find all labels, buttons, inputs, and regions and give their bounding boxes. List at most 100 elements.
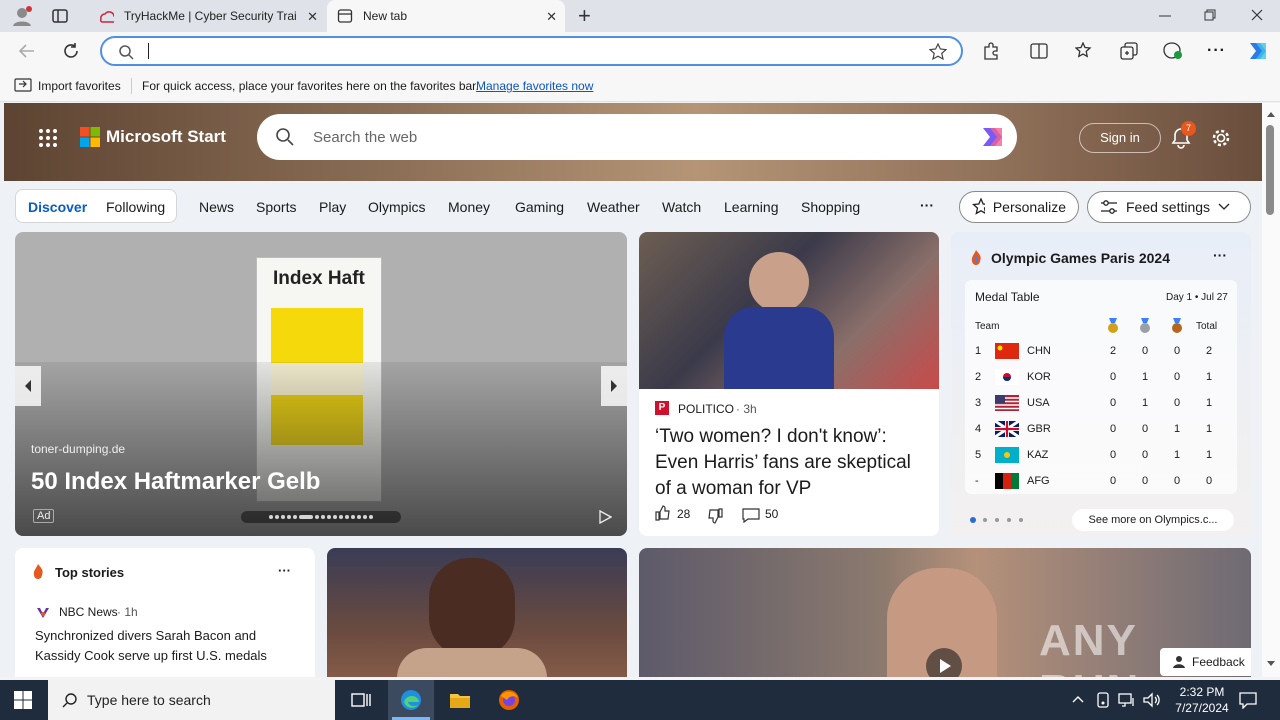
manage-favorites-link[interactable]: Manage favorites now xyxy=(476,79,593,93)
country-code: CHN xyxy=(1027,345,1051,357)
close-tab-icon[interactable]: ✕ xyxy=(546,9,557,25)
carousel-dots[interactable] xyxy=(241,511,401,523)
flag-afg-icon xyxy=(995,473,1019,489)
adchoices-icon[interactable] xyxy=(598,510,612,524)
tab-new-tab[interactable]: New tab ✕ xyxy=(327,0,565,32)
settings-more-icon[interactable]: ··· xyxy=(1207,42,1226,60)
sign-in-button[interactable]: Sign in xyxy=(1079,123,1161,153)
olympics-widget[interactable]: Olympic Games Paris 2024 ··· Medal Table… xyxy=(951,232,1251,536)
feed-settings-button[interactable]: Feed settings xyxy=(1087,191,1251,223)
scroll-down-arrow-icon[interactable] xyxy=(1267,661,1275,667)
file-explorer-icon[interactable] xyxy=(448,688,472,712)
feedback-button[interactable]: Feedback xyxy=(1160,648,1251,676)
tab-discover[interactable]: Discover xyxy=(28,199,87,215)
medal-row[interactable]: - AFG 0 0 0 0 xyxy=(965,468,1237,494)
extensions-icon[interactable] xyxy=(982,42,1000,60)
medal-row[interactable]: 5 KAZ 0 0 1 1 xyxy=(965,442,1237,468)
tryhackme-favicon-icon xyxy=(98,8,114,24)
nav-weather[interactable]: Weather xyxy=(587,199,640,215)
copilot-icon[interactable] xyxy=(1245,38,1271,64)
tab-actions-icon[interactable] xyxy=(52,8,68,24)
chevron-up-icon[interactable] xyxy=(1072,694,1084,704)
scroll-thumb[interactable] xyxy=(1266,125,1274,215)
silver-count: 0 xyxy=(1142,475,1149,487)
medal-row[interactable]: 2 KOR 0 1 0 1 xyxy=(965,364,1237,390)
olympics-title[interactable]: Olympic Games Paris 2024 xyxy=(991,250,1170,266)
windows-start-icon[interactable] xyxy=(14,691,32,709)
network-device-icon[interactable] xyxy=(1096,692,1110,708)
nav-more[interactable]: ··· xyxy=(920,197,934,213)
nav-gaming[interactable]: Gaming xyxy=(515,199,564,215)
edge-taskbar-button[interactable] xyxy=(388,680,434,720)
favorites-icon[interactable] xyxy=(1075,42,1093,60)
nav-shopping[interactable]: Shopping xyxy=(801,199,860,215)
nav-play[interactable]: Play xyxy=(319,199,346,215)
firefox-icon[interactable] xyxy=(497,688,521,712)
nav-watch[interactable]: Watch xyxy=(662,199,701,215)
medal-row[interactable]: 4 GBR 0 0 1 1 xyxy=(965,416,1237,442)
task-view-icon[interactable] xyxy=(349,688,373,712)
network-icon[interactable] xyxy=(1118,692,1136,708)
browser-essentials-icon[interactable] xyxy=(1163,42,1183,60)
see-more-olympics-button[interactable]: See more on Olympics.c... xyxy=(1072,509,1234,531)
story-headline[interactable]: Synchronized divers Sarah Bacon and Kass… xyxy=(35,626,295,666)
nav-sports[interactable]: Sports xyxy=(256,199,296,215)
vertical-scrollbar[interactable] xyxy=(1262,103,1280,677)
nav-learning[interactable]: Learning xyxy=(724,199,779,215)
restore-icon[interactable] xyxy=(1204,9,1216,21)
microsoft-start-logo[interactable]: Microsoft Start xyxy=(80,127,226,147)
olympics-menu[interactable]: ··· xyxy=(1213,247,1227,263)
like-icon[interactable] xyxy=(655,505,671,521)
medal-row[interactable]: 3 USA 0 1 0 1 xyxy=(965,390,1237,416)
news-headline[interactable]: ‘Two women? I don't know’: Even Harris’ … xyxy=(655,424,927,502)
video-card[interactable]: ANY RUN Feedback xyxy=(639,548,1251,677)
import-favorites-link[interactable]: Import favorites xyxy=(38,79,121,93)
top-stories-menu[interactable]: ··· xyxy=(278,563,291,578)
split-screen-icon[interactable] xyxy=(1030,42,1048,60)
comment-icon[interactable] xyxy=(742,507,760,523)
tab-following[interactable]: Following xyxy=(106,199,165,215)
nav-money[interactable]: Money xyxy=(448,199,490,215)
refresh-icon[interactable] xyxy=(62,42,80,60)
news-image-card[interactable] xyxy=(327,548,627,677)
minimize-icon[interactable] xyxy=(1158,8,1172,22)
ad-title[interactable]: 50 Index Haftmarker Gelb xyxy=(31,468,320,496)
profile-icon[interactable] xyxy=(10,4,34,28)
notification-center-icon[interactable] xyxy=(1239,691,1257,709)
system-clock[interactable]: 2:32 PM 7/27/2024 xyxy=(1170,684,1234,716)
notification-badge: 7 xyxy=(1181,121,1196,136)
carousel-prev-button[interactable] xyxy=(15,366,41,406)
address-bar[interactable] xyxy=(100,36,963,66)
dislike-icon[interactable] xyxy=(707,508,723,524)
close-tab-icon[interactable]: ✕ xyxy=(307,9,318,25)
carousel-next-button[interactable] xyxy=(601,366,627,406)
copilot-search-icon[interactable] xyxy=(977,123,1007,151)
feed-nav: Discover Following News Sports Play Olym… xyxy=(0,187,1262,227)
windows-taskbar: Type here to search 2:32 PM 7/27/2024 xyxy=(0,680,1280,720)
top-stories-card[interactable]: Top stories ··· NBC News · 1h Synchroniz… xyxy=(15,548,315,677)
total-count: 1 xyxy=(1206,371,1213,383)
volume-icon[interactable] xyxy=(1142,692,1160,708)
favorite-star-icon[interactable] xyxy=(929,43,947,61)
new-tab-button[interactable]: + xyxy=(578,3,591,29)
personalize-button[interactable]: Personalize xyxy=(959,191,1079,223)
nav-news[interactable]: News xyxy=(199,199,234,215)
collections-icon[interactable] xyxy=(1120,42,1138,60)
taskbar-search[interactable]: Type here to search xyxy=(48,680,335,720)
tab-tryhackme[interactable]: TryHackMe | Cyber Security Trai ✕ xyxy=(88,0,326,32)
widget-page-dots[interactable] xyxy=(969,516,1029,524)
app-launcher-icon[interactable] xyxy=(38,128,58,148)
page-settings-gear-icon[interactable] xyxy=(1210,127,1232,149)
web-search-box[interactable]: Search the web xyxy=(257,114,1017,160)
close-window-icon[interactable] xyxy=(1251,9,1263,21)
news-card-politico[interactable]: P POLITICO · 3h ‘Two women? I don't know… xyxy=(639,232,939,536)
ad-carousel-card[interactable]: Index Haft toner-dumping.de 50 Index Haf… xyxy=(15,232,627,536)
scroll-up-arrow-icon[interactable] xyxy=(1267,111,1275,117)
play-button-icon[interactable] xyxy=(926,648,962,677)
medal-row[interactable]: 1 CHN 2 0 0 2 xyxy=(965,338,1237,364)
olympic-flame-icon xyxy=(969,249,983,265)
rank-cell: 4 xyxy=(975,423,982,435)
feedback-icon xyxy=(1173,656,1185,668)
nav-olympics[interactable]: Olympics xyxy=(368,199,426,215)
back-icon[interactable] xyxy=(18,42,36,60)
